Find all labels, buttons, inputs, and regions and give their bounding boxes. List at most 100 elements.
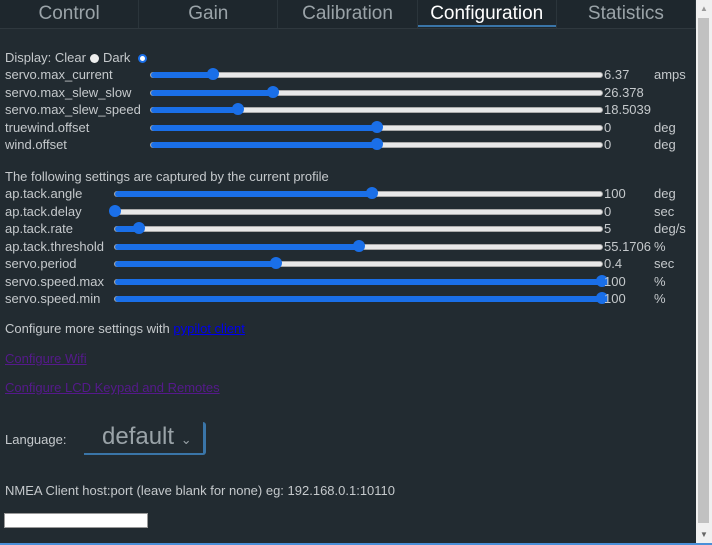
slider-thumb[interactable] <box>109 204 121 217</box>
profile-heading: The following settings are captured by t… <box>5 169 329 184</box>
radio-clear[interactable] <box>89 54 99 64</box>
setting-slider[interactable] <box>114 257 603 269</box>
scrollbar[interactable]: ▲ ▼ <box>696 0 712 543</box>
setting-slider[interactable] <box>109 204 603 217</box>
slider-fill <box>151 124 377 131</box>
more-settings-label: Configure more settings with <box>5 321 174 336</box>
pypilot-client-link[interactable]: pypilot client <box>173 321 245 336</box>
setting-name: servo.max_slew_speed <box>5 102 141 117</box>
slider-thumb[interactable] <box>133 222 146 234</box>
configuration-page: Control Gain Calibration Configuration Stati… <box>0 0 697 543</box>
setting-value: 0 <box>604 203 612 219</box>
setting-slider[interactable] <box>150 68 603 80</box>
setting-value: 0.4 <box>604 256 623 271</box>
setting-value: 55.1706 <box>604 238 651 254</box>
setting-name: ap.tack.delay <box>5 203 82 219</box>
slider-thumb[interactable] <box>206 68 219 80</box>
display-mode-row: Display: Clear Dark <box>5 49 151 66</box>
setting-name: ap.tack.angle <box>5 186 83 201</box>
display-dark-label: Dark <box>102 50 131 65</box>
setting-unit: sec <box>654 256 675 271</box>
tab-control[interactable]: Control <box>0 0 140 28</box>
language-value: default <box>102 423 175 450</box>
language-select[interactable]: default ⌄ <box>84 422 206 455</box>
tab-calibration[interactable]: Calibration <box>278 0 418 28</box>
radio-dark[interactable] <box>138 54 148 64</box>
setting-row: servo.max_slew_speed 18.5039 <box>5 101 695 118</box>
setting-slider[interactable] <box>114 239 603 252</box>
setting-value: 0 <box>604 137 612 152</box>
configure-lcd-link[interactable]: Configure LCD Keypad and Remotes <box>5 380 220 395</box>
setting-unit: % <box>654 238 666 254</box>
setting-value: 100 <box>604 273 626 289</box>
scroll-down-icon[interactable]: ▼ <box>700 530 708 539</box>
slider-thumb[interactable] <box>352 239 365 252</box>
setting-name: wind.offset <box>5 137 67 152</box>
setting-unit: deg <box>654 119 676 135</box>
setting-name: servo.max_slew_slow <box>5 84 132 100</box>
tab-bar: Control Gain Calibration Configuration Stati… <box>0 0 697 29</box>
setting-unit: amps <box>654 67 686 82</box>
setting-name: servo.speed.max <box>5 273 104 289</box>
setting-value: 18.5039 <box>604 102 651 117</box>
slider-thumb[interactable] <box>232 103 245 115</box>
more-settings-text: Configure more settings with pypilot cli… <box>5 320 245 337</box>
setting-unit: deg <box>654 186 676 201</box>
setting-name: ap.tack.threshold <box>5 238 105 254</box>
chevron-down-icon: ⌄ <box>180 432 192 447</box>
setting-unit: % <box>654 291 666 306</box>
setting-row: servo.period 0.4 sec <box>5 255 695 272</box>
setting-slider[interactable] <box>114 222 603 234</box>
setting-row: truewind.offset 0 deg <box>5 119 695 136</box>
setting-row: ap.tack.rate 5 deg/s <box>5 220 695 237</box>
configure-wifi-link[interactable]: Configure Wifi <box>5 351 87 366</box>
slider-fill <box>151 72 213 78</box>
setting-slider[interactable] <box>114 292 608 304</box>
setting-value: 100 <box>604 291 626 306</box>
slider-thumb[interactable] <box>370 120 383 133</box>
setting-row: ap.tack.threshold 55.1706 % <box>5 238 695 255</box>
language-label: Language: <box>5 432 67 447</box>
setting-slider[interactable] <box>114 274 608 287</box>
slider-fill <box>151 89 273 96</box>
slider-thumb[interactable] <box>370 138 383 150</box>
setting-name: servo.max_current <box>5 67 113 82</box>
slider-fill <box>115 191 373 197</box>
slider-fill <box>151 107 239 113</box>
display-label: Display: <box>5 50 52 65</box>
setting-unit: deg <box>654 137 676 152</box>
setting-row: servo.speed.max 100 % <box>5 273 695 290</box>
setting-row: wind.offset 0 deg <box>5 136 695 153</box>
setting-value: 0 <box>604 119 612 135</box>
nmea-client-input[interactable] <box>4 513 148 528</box>
scrollbar-thumb[interactable] <box>698 18 709 523</box>
slider-fill <box>115 278 602 285</box>
display-clear-label: Clear <box>54 50 86 65</box>
slider-fill <box>115 243 359 250</box>
slider-fill <box>115 261 276 267</box>
setting-name: ap.tack.rate <box>5 221 73 236</box>
setting-slider[interactable] <box>150 103 603 115</box>
slider-fill <box>151 142 377 148</box>
setting-slider[interactable] <box>150 85 603 98</box>
tab-statistics[interactable]: Statistics <box>557 0 697 28</box>
slider-fill <box>115 296 602 302</box>
nmea-label: NMEA Client host:port (leave blank for n… <box>5 483 396 498</box>
setting-slider[interactable] <box>150 120 603 133</box>
setting-value: 26.378 <box>604 84 644 100</box>
slider-thumb[interactable] <box>269 257 282 269</box>
slider-thumb[interactable] <box>266 85 279 98</box>
setting-unit: % <box>654 273 666 289</box>
setting-row: ap.tack.angle 100 deg <box>5 185 695 202</box>
tab-gain[interactable]: Gain <box>139 0 279 28</box>
setting-slider[interactable] <box>150 138 603 150</box>
slider-thumb[interactable] <box>366 187 379 199</box>
tab-configuration[interactable]: Configuration <box>417 0 557 28</box>
setting-slider[interactable] <box>114 187 603 199</box>
setting-value: 5 <box>604 221 612 236</box>
setting-unit: sec <box>654 203 675 219</box>
scroll-up-icon[interactable]: ▲ <box>700 4 708 13</box>
setting-value: 100 <box>604 186 626 201</box>
setting-row: ap.tack.delay 0 sec <box>5 203 695 220</box>
setting-row: servo.max_current 6.37 amps <box>5 66 695 83</box>
